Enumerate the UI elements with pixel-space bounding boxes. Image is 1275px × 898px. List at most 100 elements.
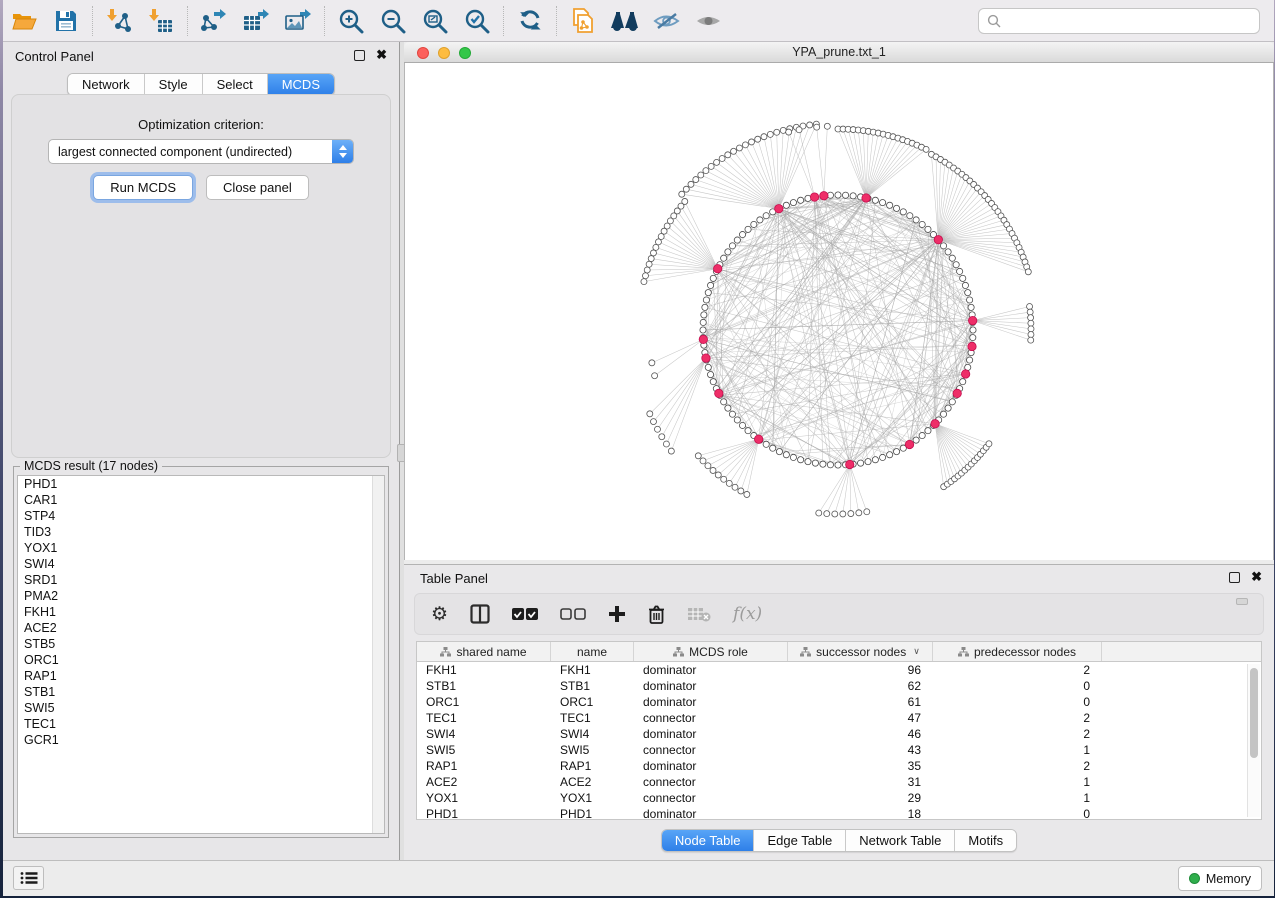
network-node[interactable] <box>705 463 711 469</box>
table-settings-button[interactable]: ⚙ <box>431 603 448 626</box>
network-node[interactable] <box>757 217 763 223</box>
zoom-fit-button[interactable] <box>416 4 454 38</box>
network-node[interactable] <box>776 449 782 455</box>
network-node[interactable] <box>693 177 699 183</box>
tab-node-table[interactable]: Node Table <box>662 830 755 851</box>
network-node[interactable] <box>705 290 711 296</box>
network-node[interactable] <box>650 250 656 256</box>
delete-column-button[interactable] <box>648 605 665 624</box>
network-node[interactable] <box>949 255 955 261</box>
network-node[interactable] <box>668 448 674 454</box>
network-node[interactable] <box>707 371 713 377</box>
network-node[interactable] <box>796 127 802 133</box>
mcds-hub-node[interactable] <box>775 204 783 212</box>
network-node[interactable] <box>646 261 652 267</box>
network-node[interactable] <box>739 422 745 428</box>
mcds-hub-node[interactable] <box>820 192 828 200</box>
network-node[interactable] <box>835 192 841 198</box>
network-node[interactable] <box>835 462 841 468</box>
deselect-all-columns-button[interactable] <box>560 607 586 621</box>
network-node[interactable] <box>763 213 769 219</box>
tab-select[interactable]: Select <box>203 74 268 95</box>
network-node[interactable] <box>761 134 767 140</box>
network-node[interactable] <box>648 256 654 262</box>
mcds-result-list[interactable]: PHD1CAR1STP4TID3YOX1SWI4SRD1PMA2FKH1ACE2… <box>17 475 385 834</box>
export-image-button[interactable] <box>279 4 317 38</box>
network-node[interactable] <box>695 453 701 459</box>
mcds-result-item[interactable]: TID3 <box>18 524 384 540</box>
zoom-out-button[interactable] <box>374 4 412 38</box>
network-node[interactable] <box>872 457 878 463</box>
mcds-result-item[interactable]: STB5 <box>18 636 384 652</box>
mcds-result-item[interactable]: ACE2 <box>18 620 384 636</box>
network-node[interactable] <box>721 399 727 405</box>
task-history-button[interactable] <box>13 866 44 890</box>
network-node[interactable] <box>832 511 838 517</box>
network-node[interactable] <box>960 275 966 281</box>
save-session-button[interactable] <box>47 4 85 38</box>
network-node[interactable] <box>710 275 716 281</box>
network-node[interactable] <box>679 191 685 197</box>
network-node[interactable] <box>710 467 716 473</box>
mcds-result-item[interactable]: RAP1 <box>18 668 384 684</box>
network-node[interactable] <box>907 213 913 219</box>
network-node[interactable] <box>725 152 731 158</box>
tab-motifs[interactable]: Motifs <box>955 830 1016 851</box>
network-node[interactable] <box>967 297 973 303</box>
mcds-hub-node[interactable] <box>715 389 723 397</box>
table-row[interactable]: SWI4SWI4dominator462 <box>417 726 1261 742</box>
network-node[interactable] <box>688 181 694 187</box>
network-node[interactable] <box>745 428 751 434</box>
mcds-hub-node[interactable] <box>931 420 939 428</box>
network-node[interactable] <box>824 511 830 517</box>
network-node[interactable] <box>1028 326 1034 332</box>
mcds-hub-node[interactable] <box>846 460 854 468</box>
mcds-result-item[interactable]: SWI4 <box>18 556 384 572</box>
tab-network[interactable]: Network <box>68 74 145 95</box>
network-node[interactable] <box>850 193 856 199</box>
optimization-criterion-dropdown[interactable]: largest connected component (undirected) <box>48 139 354 164</box>
network-node[interactable] <box>739 231 745 237</box>
hide-selected-button[interactable] <box>648 4 686 38</box>
table-scrollbar[interactable] <box>1247 664 1260 817</box>
network-node[interactable] <box>738 488 744 494</box>
network-node[interactable] <box>840 511 846 517</box>
network-node[interactable] <box>962 282 968 288</box>
network-node[interactable] <box>721 476 727 482</box>
column-header-MCDS-role[interactable]: MCDS role <box>634 642 788 661</box>
split-columns-button[interactable] <box>470 604 490 624</box>
network-node[interactable] <box>649 360 655 366</box>
network-node[interactable] <box>744 491 750 497</box>
network-node[interactable] <box>705 364 711 370</box>
network-node[interactable] <box>925 428 931 434</box>
open-file-button[interactable] <box>5 4 43 38</box>
network-node[interactable] <box>650 419 656 425</box>
network-node[interactable] <box>659 434 665 440</box>
network-node[interactable] <box>725 249 731 255</box>
network-node[interactable] <box>967 357 973 363</box>
network-node[interactable] <box>663 441 669 447</box>
network-node[interactable] <box>820 461 826 467</box>
memory-button[interactable]: Memory <box>1178 866 1262 891</box>
mcds-hub-node[interactable] <box>968 316 976 324</box>
table-row[interactable]: STB1STB1dominator620 <box>417 678 1261 694</box>
table-row[interactable]: PHD1PHD1dominator180 <box>417 806 1261 820</box>
network-node[interactable] <box>940 411 946 417</box>
tab-edge-table[interactable]: Edge Table <box>754 830 846 851</box>
network-node[interactable] <box>842 192 848 198</box>
mcds-result-item[interactable]: PHD1 <box>18 476 384 492</box>
network-node[interactable] <box>644 267 650 273</box>
network-node[interactable] <box>919 221 925 227</box>
network-node[interactable] <box>790 454 796 460</box>
network-node[interactable] <box>864 509 870 515</box>
network-node[interactable] <box>1028 320 1034 326</box>
mcds-hub-node[interactable] <box>905 440 913 448</box>
table-row[interactable]: ORC1ORC1dominator610 <box>417 694 1261 710</box>
network-node[interactable] <box>945 249 951 255</box>
network-node[interactable] <box>807 122 813 128</box>
float-panel-icon[interactable] <box>354 50 365 61</box>
table-panel-float-icon[interactable] <box>1229 572 1240 583</box>
network-node[interactable] <box>812 460 818 466</box>
copy-network-button[interactable] <box>564 4 602 38</box>
network-node[interactable] <box>734 417 740 423</box>
